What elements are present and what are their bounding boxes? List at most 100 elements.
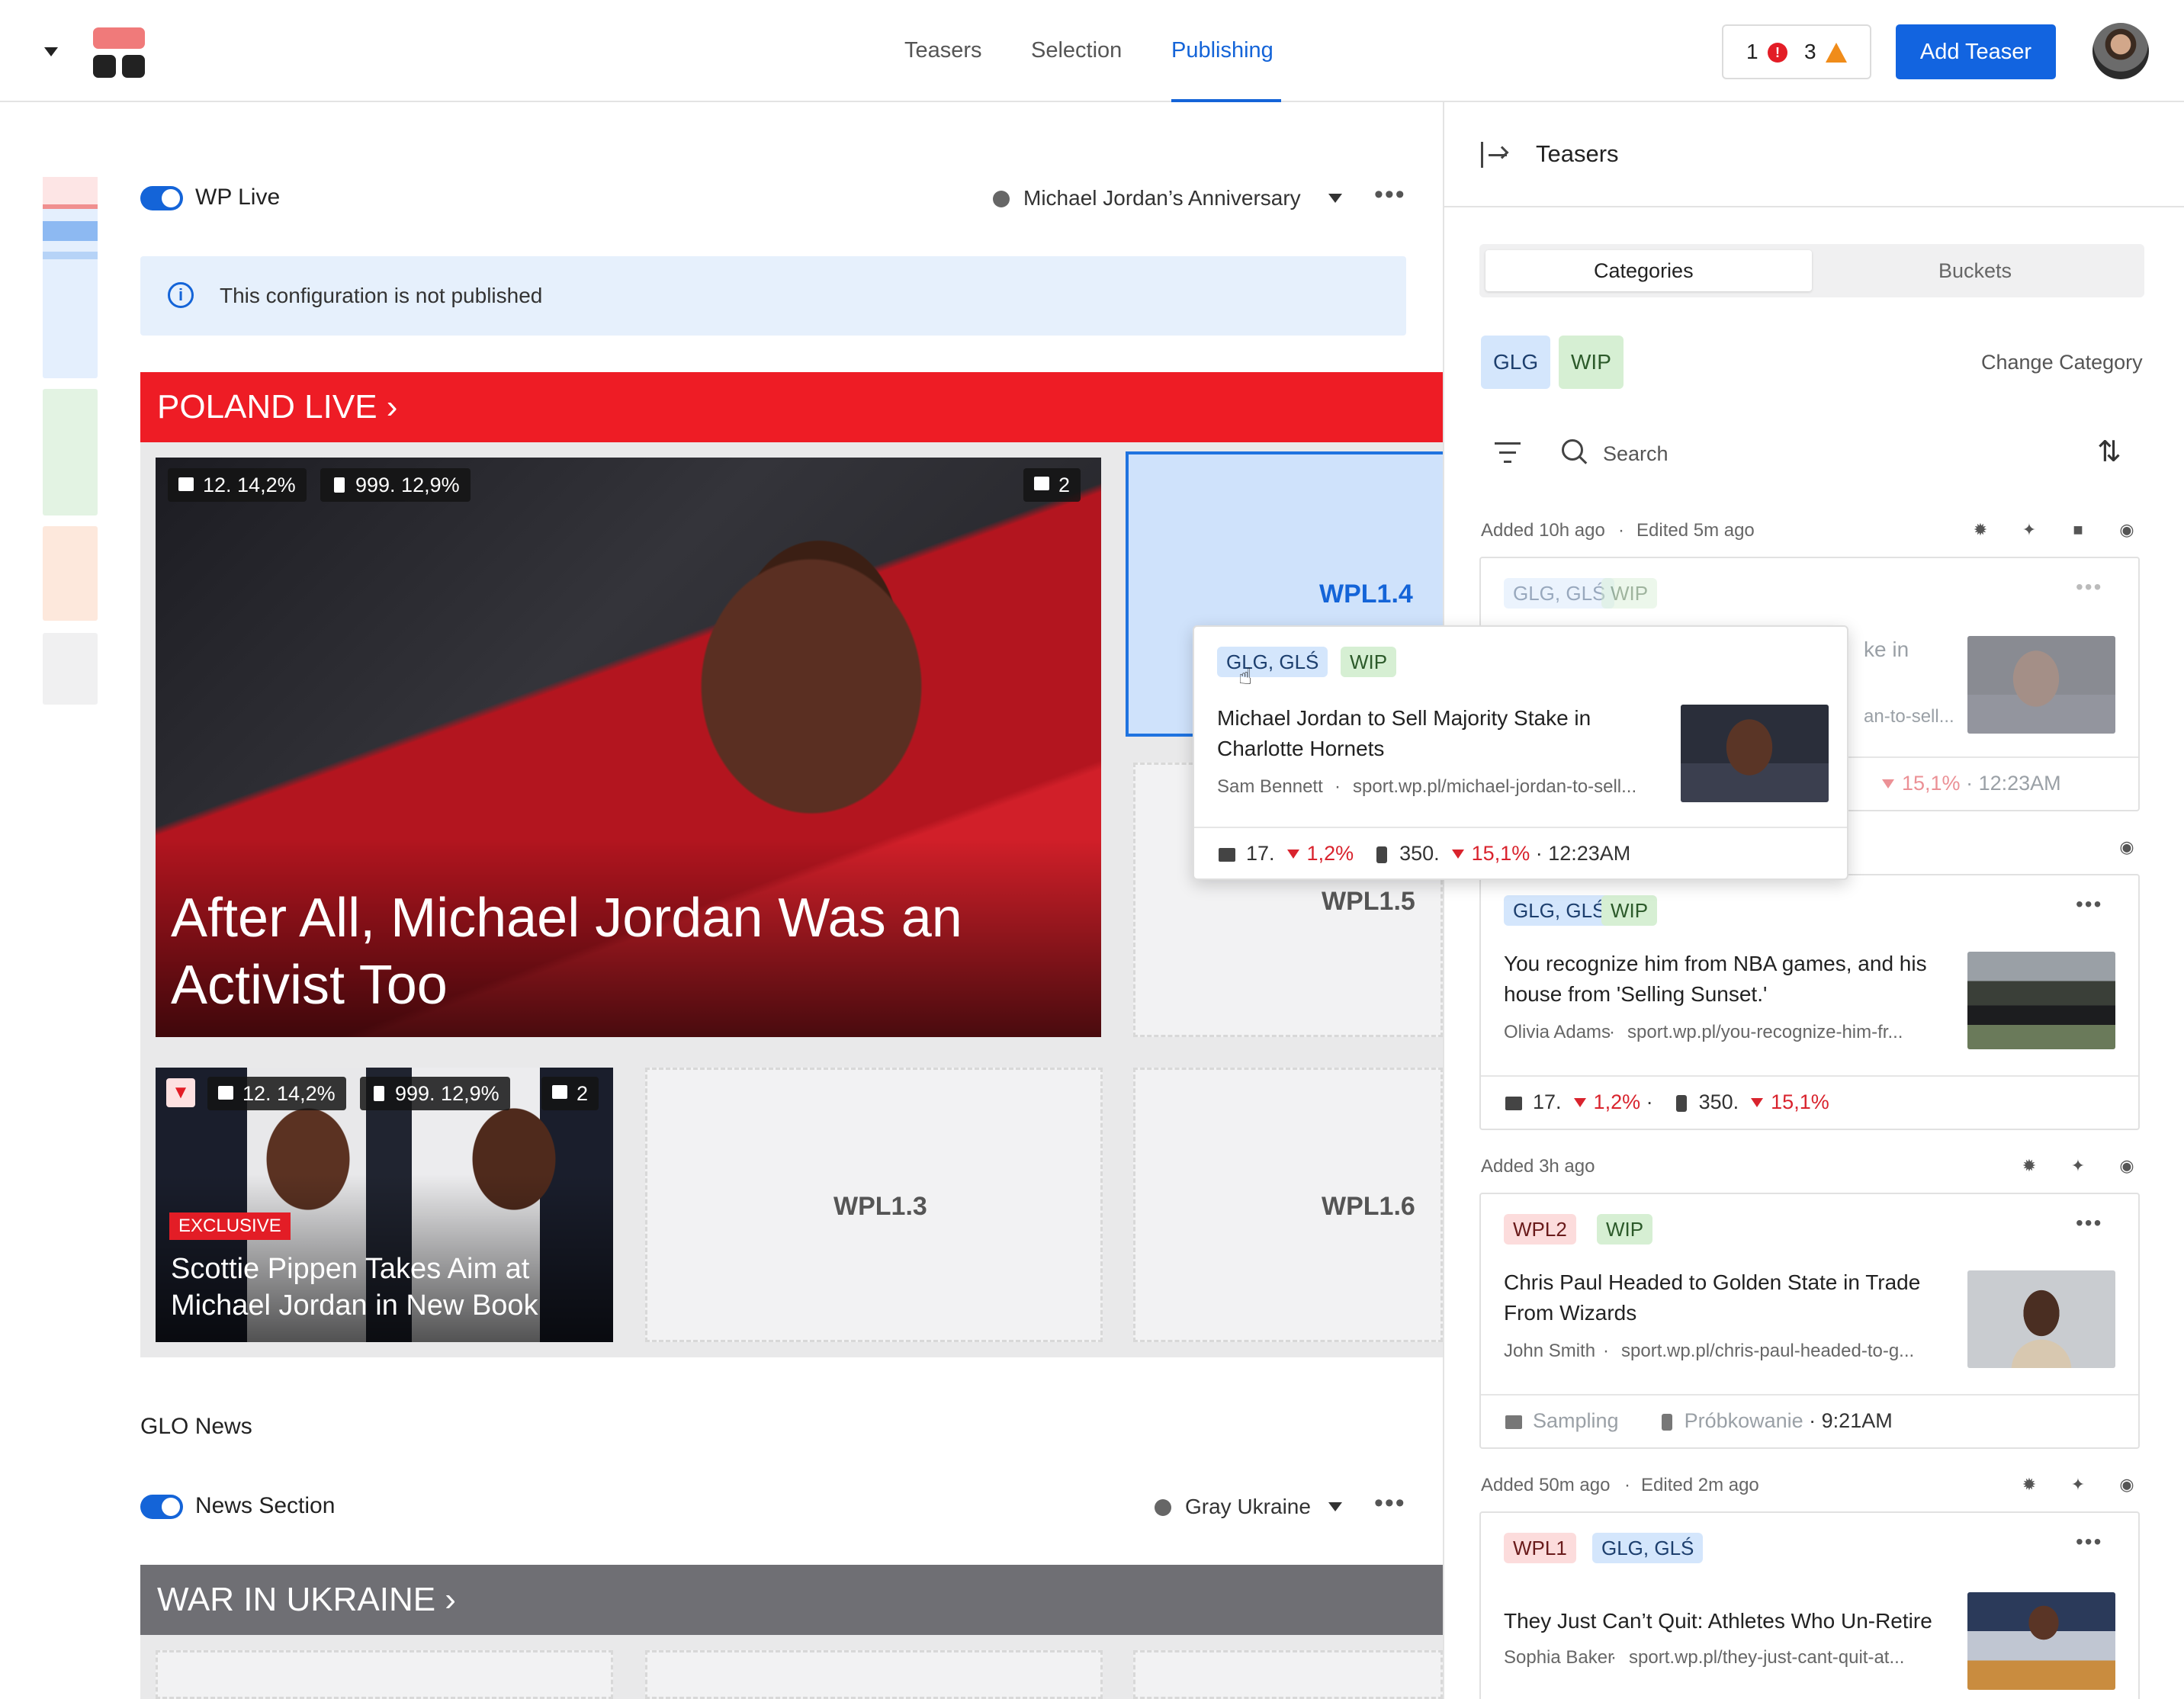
added-time: Added 3h ago [1481,1156,1595,1177]
wp-live-toggle[interactable] [140,186,183,210]
card-title: They Just Can’t Quit: Athletes Who Un-Re… [1504,1609,1932,1633]
hand-cursor-icon: ☝ [1238,664,1253,689]
phone-icon [1675,1094,1687,1112]
logo-icon[interactable] [93,27,145,78]
sun-icon[interactable]: ✹ [1972,522,1989,538]
section-banner[interactable]: WAR IN UKRAINE › [140,1565,1443,1635]
slot[interactable] [1133,1650,1443,1699]
card-url[interactable]: sport.wp.pl/michael-jordan-to-sell... [1353,776,1636,798]
more-icon[interactable]: ••• [2076,892,2102,917]
collapse-panel-icon[interactable] [1481,142,1509,168]
chevron-down-icon[interactable] [1328,194,1342,203]
add-teaser-button[interactable]: Add Teaser [1896,24,2056,79]
filter-icon[interactable] [1495,442,1521,465]
teaser-card-main[interactable]: 12. 14,2% 999. 12,9% 2 After All, Michae… [156,458,1101,1037]
teaser-list-card[interactable]: WPL1 GLG, GLŚ ••• They Just Can’t Quit: … [1479,1511,2140,1699]
tag: WIP [1597,1214,1653,1245]
chevron-right-icon: › [435,1581,456,1618]
tag[interactable]: GLG, GLŚ [1217,647,1328,677]
mobile-stat: 999. 12,9% [320,468,471,502]
search-input[interactable]: Search [1603,442,1669,466]
sort-icon[interactable]: ⇅ [2097,435,2121,469]
card-url[interactable]: sport.wp.pl/you-recognize-him-fr... [1627,1022,1903,1043]
monitor-icon [218,1086,233,1100]
divider [1481,1394,2138,1395]
minimap-section-4[interactable] [43,633,98,705]
section-dropdown[interactable]: Michael Jordan’s Anniversary [1023,186,1301,210]
more-icon[interactable]: ••• [2076,1530,2102,1554]
mobile-stat: 350. [1698,1090,1739,1113]
section-banner[interactable]: POLAND LIVE › [140,372,1443,442]
pin-icon[interactable]: ✦ [2070,1476,2086,1493]
teaser-thumbnail [1967,1270,2115,1368]
pin-icon[interactable]: ▼ [166,1078,195,1107]
divider [1194,827,1847,828]
down-arrow-icon [1451,850,1464,859]
mobile-label: Próbkowanie [1684,1409,1803,1432]
more-icon[interactable]: ••• [1374,180,1406,210]
card-url[interactable]: sport.wp.pl/they-just-cant-quit-at... [1629,1647,1904,1668]
news-section-toggle[interactable] [140,1495,183,1519]
tag: WIP [1601,895,1658,926]
added-time: Added 10h ago [1481,520,1605,541]
eye-icon[interactable]: ◉ [2118,1476,2135,1493]
section-dropdown[interactable]: Gray Ukraine [1185,1495,1311,1519]
more-icon[interactable]: ••• [2076,575,2102,599]
category-tag[interactable]: WIP [1559,336,1624,389]
slot[interactable] [156,1650,613,1699]
eye-icon[interactable]: ◉ [2118,839,2135,856]
mobile-stat-value: 999. 12,9% [395,1082,499,1105]
group-title: GLO News [140,1414,252,1439]
minimap-section-2[interactable] [43,389,98,515]
search-icon-handle [1579,456,1588,464]
alerts-counter[interactable]: 1 ! 3 [1722,24,1871,79]
pin-icon[interactable]: ✦ [2070,1158,2086,1174]
teaser-list-card[interactable]: WPL2 WIP ••• Chris Paul Headed to Golden… [1479,1193,2140,1449]
eye-icon[interactable]: ◉ [2118,1158,2135,1174]
chevron-down-icon[interactable] [1328,1502,1342,1511]
more-icon[interactable]: ••• [2076,1211,2102,1235]
card-title-fragment: ke in [1864,638,1909,661]
sun-icon[interactable]: ✹ [2021,1476,2038,1493]
teaser-thumbnail [1681,705,1829,802]
teaser-list-card[interactable]: GLG, GLŚ WIP ••• You recognize him from … [1479,874,2140,1130]
monitor-icon [1219,847,1235,862]
desktop-change: 1,2% [1593,1090,1641,1113]
card-url[interactable]: sport.wp.pl/chris-paul-headed-to-g... [1621,1341,1914,1362]
minimap-section-1[interactable] [43,177,98,378]
menu-caret-icon[interactable] [44,47,58,56]
teaser-card-small[interactable]: ▼ 12. 14,2% 999. 12,9% 2 EXCLUSIVE Scott… [156,1068,613,1342]
sun-icon[interactable]: ✹ [2021,1158,2038,1174]
active-tab-indicator [1171,99,1281,102]
error-icon: ! [1768,43,1787,63]
down-arrow-icon [1573,1098,1586,1107]
more-icon[interactable]: ••• [1374,1489,1406,1518]
schedule-count: 2 [541,1077,599,1110]
slot[interactable] [645,1650,1103,1699]
down-arrow-icon [1882,779,1894,788]
tab-buckets[interactable]: Buckets [1938,259,2012,283]
slot-wpl1-6[interactable]: WPL1.6 [1133,1068,1443,1342]
change-category-link[interactable]: Change Category [1981,351,2143,374]
slot-label: WPL1.6 [1322,1192,1415,1221]
banner-title: POLAND LIVE [157,388,377,426]
card-stats: 17. 1,2% · 350. 15,1% [1505,1090,1829,1114]
not-published-notice: i This configuration is not published [140,256,1406,336]
eye-icon[interactable]: ◉ [2118,522,2135,538]
teaser-preview-popover[interactable]: GLG, GLŚ WIP ☝ Michael Jordan to Sell Ma… [1193,625,1848,880]
tab-publishing[interactable]: Publishing [1171,38,1273,63]
tab-selection[interactable]: Selection [1031,38,1122,63]
slot-wpl1-3[interactable]: WPL1.3 [645,1068,1103,1342]
tab-categories[interactable]: Categories [1594,259,1694,283]
tab-teasers[interactable]: Teasers [904,38,982,63]
lock-icon[interactable]: ■ [2070,522,2086,538]
avatar[interactable] [2092,23,2149,79]
mobile-stat-value: 999. 12,9% [355,474,460,496]
status-dot [993,191,1010,207]
desktop-change: 1,2% [1306,842,1354,865]
schedule-count-value: 2 [577,1082,589,1105]
edited-time: Edited 5m ago [1636,520,1755,541]
pin-icon[interactable]: ✦ [2021,522,2038,538]
category-tag[interactable]: GLG [1481,336,1551,389]
minimap-section-3[interactable] [43,526,98,621]
